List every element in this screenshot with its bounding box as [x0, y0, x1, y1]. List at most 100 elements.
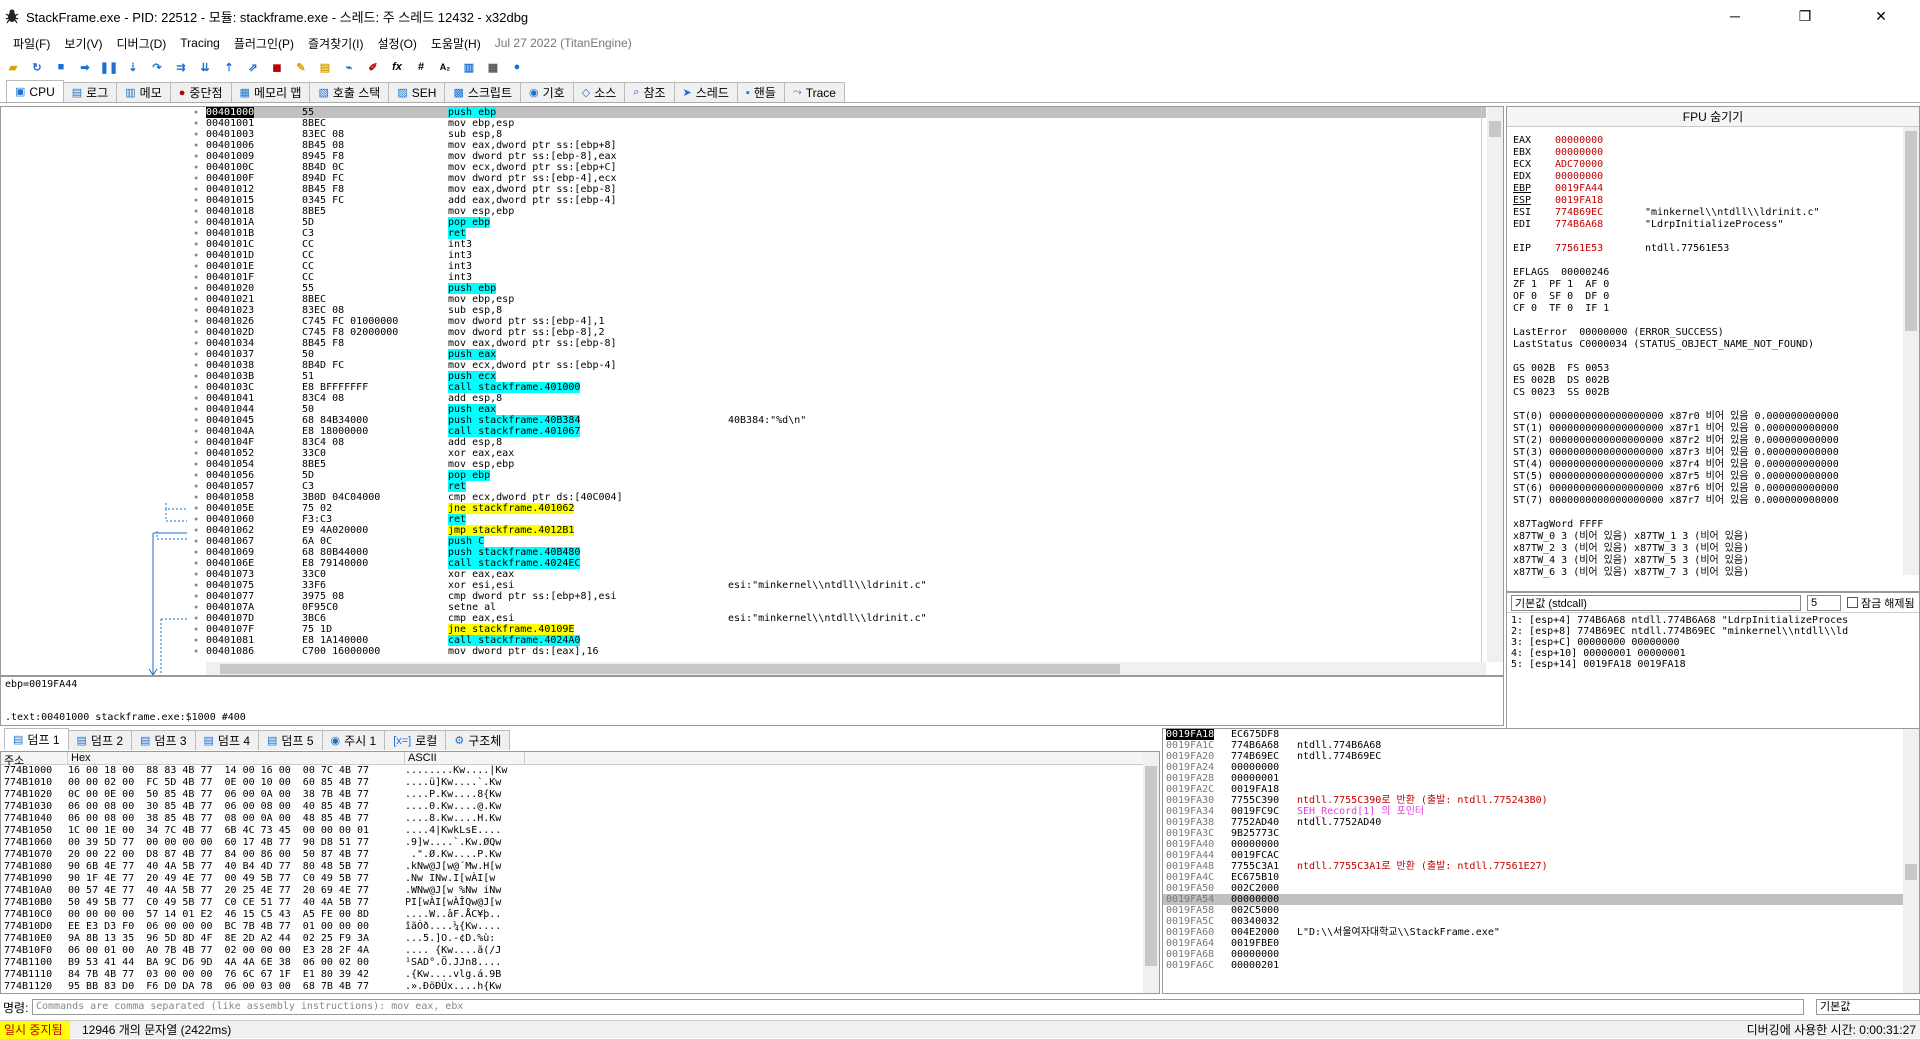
disasm-row[interactable]: 00401058 3B0D 04C04000 cmp ecx,dword ptr d… [206, 492, 1486, 503]
menu-item[interactable]: 디버그(D) [109, 35, 173, 52]
dump-tab[interactable]: ▤ 덤프 1 [4, 728, 69, 750]
breakpoint-dot-icon[interactable]: ● [194, 316, 198, 327]
disasm-row[interactable]: 0040100F 894D FC mov dword ptr ss:[ebp-4],… [206, 173, 1486, 184]
disasm-row[interactable]: 00401073 33C0 xor eax,eax [206, 569, 1486, 580]
menu-item[interactable]: Tracing [173, 36, 227, 50]
stack-row[interactable]: 0019FA30 7755C390 ntdll.7755C390로 반환 (출발: … [1163, 795, 1919, 806]
function-icon[interactable]: fx [388, 58, 406, 76]
command-input[interactable]: Commands are comma separated (like assem… [32, 999, 1804, 1015]
disasm-row[interactable]: 0040103C E8 BFFFFFFF call stackframe.40100… [206, 382, 1486, 393]
dump-row[interactable]: 774B1110 84 7B 4B 77 03 00 00 00 76 6C 67… [1, 969, 1159, 981]
dump-row[interactable]: 774B1020 0C 00 0E 00 50 85 4B 77 06 00 0A… [1, 789, 1159, 801]
stack-row[interactable]: 0019FA48 7755C3A1 ntdll.7755C3A1로 반환 (출발: … [1163, 861, 1919, 872]
dump-row[interactable]: 774B1050 1C 00 1E 00 34 7C 4B 77 6B 4C 73… [1, 825, 1159, 837]
dump-pane[interactable]: 주소 Hex ASCII 774B1000 16 00 18 00 88 83 4… [0, 751, 1160, 994]
notes-toolbar-icon[interactable]: ▦ [484, 58, 502, 76]
register-value[interactable]: 00000000 [1555, 135, 1645, 147]
breakpoint-dot-icon[interactable]: ● [194, 261, 198, 272]
tab-source[interactable]: ◇ 소스 [572, 82, 626, 102]
unlock-checkbox[interactable] [1847, 597, 1858, 608]
disasm-row[interactable]: 00401060 F3:C3 ret [206, 514, 1486, 525]
breakpoint-dot-icon[interactable]: ● [194, 492, 198, 503]
menu-item[interactable]: 보기(V) [57, 35, 109, 52]
close-button[interactable]: ✕ [1858, 0, 1904, 32]
register-value[interactable]: ADC70000 [1555, 159, 1645, 171]
disasm-row[interactable]: 00401000 55 push ebp [206, 107, 1486, 118]
disasm-row[interactable]: 00401057 C3 ret [206, 481, 1486, 492]
disasm-row[interactable]: 00401041 83C4 08 add esp,8 [206, 393, 1486, 404]
breakpoint-dot-icon[interactable]: ● [194, 481, 198, 492]
dump-tab[interactable]: [x=] 로컬 [384, 730, 447, 750]
register-row[interactable]: ESP 0019FA18 [1513, 195, 1905, 207]
disasm-row[interactable]: 0040104F 83C4 08 add esp,8 [206, 437, 1486, 448]
globe-icon[interactable]: ● [508, 58, 526, 76]
argument-row[interactable]: 4: [esp+10] 00000001 00000001 [1511, 648, 1915, 659]
dump-row[interactable]: 774B10D0 EE E3 D3 F0 06 00 00 00 BC 7B 4B… [1, 921, 1159, 933]
breakpoint-dot-icon[interactable]: ● [194, 415, 198, 426]
disasm-row[interactable]: 00401009 8945 F8 mov dword ptr ss:[ebp-8],… [206, 151, 1486, 162]
breakpoint-dot-icon[interactable]: ● [194, 371, 198, 382]
breakpoint-dot-icon[interactable]: ● [194, 129, 198, 140]
registers-scrollbar[interactable] [1903, 127, 1919, 575]
breakpoint-dot-icon[interactable]: ● [194, 195, 198, 206]
disasm-row[interactable]: 00401034 8B45 F8 mov eax,dword ptr ss:[ebp… [206, 338, 1486, 349]
disasm-row[interactable]: 00401054 8BE5 mov esp,ebp [206, 459, 1486, 470]
disasm-row[interactable]: 00401037 50 push eax [206, 349, 1486, 360]
hash-icon[interactable]: # [412, 58, 430, 76]
stack-row[interactable]: 0019FA44 0019FCAC [1163, 850, 1919, 861]
disasm-row[interactable]: 0040107A 0F95C0 setne al [206, 602, 1486, 613]
pause-icon[interactable]: ❚❚ [100, 58, 118, 76]
breakpoint-dot-icon[interactable]: ● [194, 228, 198, 239]
breakpoint-dot-icon[interactable]: ● [194, 140, 198, 151]
patch-icon[interactable]: ✎ [292, 58, 310, 76]
menu-item[interactable]: 도움말(H) [424, 35, 488, 52]
stack-row[interactable]: 0019FA60 004E2000 L"D:\\서울여자대학교\\StackFram… [1163, 927, 1919, 938]
breakpoint-dot-icon[interactable]: ● [194, 327, 198, 338]
stack-row[interactable]: 0019FA64 0019FBE0 [1163, 938, 1919, 949]
tab-log[interactable]: ▤ 로그 [62, 82, 118, 102]
scylla-icon[interactable]: ◼ [268, 58, 286, 76]
stack-row[interactable]: 0019FA34 0019FC9C SEH_Record[1] 의 포인터 [1163, 806, 1919, 817]
breakpoint-dot-icon[interactable]: ● [194, 283, 198, 294]
disasm-row[interactable]: 00401001 8BEC mov ebp,esp [206, 118, 1486, 129]
disasm-row[interactable]: 0040103B 51 push ecx [206, 371, 1486, 382]
register-value[interactable]: 00000000 [1555, 171, 1645, 183]
close-debuggee-icon[interactable]: ■ [52, 58, 70, 76]
disasm-row[interactable]: 0040101B C3 ret [206, 228, 1486, 239]
dump-row[interactable]: 774B1030 06 00 08 00 30 85 4B 77 06 00 08… [1, 801, 1159, 813]
stack-row[interactable]: 0019FA50 002C2000 [1163, 883, 1919, 894]
disasm-row[interactable]: 00401075 33F6 xor esi,esi esi:"minkernel\\n… [206, 580, 1486, 591]
breakpoint-dot-icon[interactable]: ● [194, 426, 198, 437]
breakpoint-dot-icon[interactable]: ● [194, 151, 198, 162]
breakpoint-dot-icon[interactable]: ● [194, 459, 198, 470]
menu-item[interactable]: 즐겨찾기(I) [301, 35, 371, 52]
hide-fpu-button[interactable]: FPU 숨기기 [1507, 107, 1919, 127]
disasm-row[interactable]: 00401069 68 80B44000 push stackframe.40B48… [206, 547, 1486, 558]
register-row[interactable]: EAX 00000000 [1513, 135, 1905, 147]
disasm-row[interactable]: 00401045 68 84B34000 push stackframe.40B38… [206, 415, 1486, 426]
disasm-row[interactable]: 0040100C 8B4D 0C mov ecx,dword ptr ss:[ebp… [206, 162, 1486, 173]
register-row[interactable]: ECX ADC70000 [1513, 159, 1905, 171]
dump-tab[interactable]: ⚙ 구조체 [445, 730, 511, 750]
disasm-row[interactable]: 00401006 8B45 08 mov eax,dword ptr ss:[ebp… [206, 140, 1486, 151]
dump-row[interactable]: 774B1070 20 00 22 00 D8 87 4B 77 84 00 86… [1, 849, 1159, 861]
disasm-row[interactable]: 0040101A 5D pop ebp [206, 217, 1486, 228]
trace-into-icon[interactable]: ⇉ [172, 58, 190, 76]
stack-row[interactable]: 0019FA1C 774B6A68 ntdll.774B6A68 [1163, 740, 1919, 751]
dump-tab[interactable]: ▤ 덤프 3 [131, 730, 196, 750]
breakpoint-dot-icon[interactable]: ● [194, 338, 198, 349]
breakpoint-dot-icon[interactable]: ● [194, 162, 198, 173]
dump-tab[interactable]: ▤ 덤프 5 [258, 730, 323, 750]
disasm-row[interactable]: 0040101C CC int3 [206, 239, 1486, 250]
breakpoint-dot-icon[interactable]: ● [194, 173, 198, 184]
menu-item[interactable]: 파일(F) [6, 35, 57, 52]
disasm-row[interactable]: 0040101D CC int3 [206, 250, 1486, 261]
menu-item[interactable]: 설정(O) [371, 35, 424, 52]
register-value[interactable]: 0019FA44 [1555, 183, 1645, 195]
breakpoint-dot-icon[interactable]: ● [194, 360, 198, 371]
stack-row[interactable]: 0019FA38 7752AD40 ntdll.7752AD40 [1163, 817, 1919, 828]
disasm-row[interactable]: 0040107F 75 1D jne stackframe.40109E [206, 624, 1486, 635]
register-value[interactable]: 77561E53 [1555, 243, 1645, 255]
breakpoint-dot-icon[interactable]: ● [194, 569, 198, 580]
bookmark-icon[interactable]: ✐ [364, 58, 382, 76]
